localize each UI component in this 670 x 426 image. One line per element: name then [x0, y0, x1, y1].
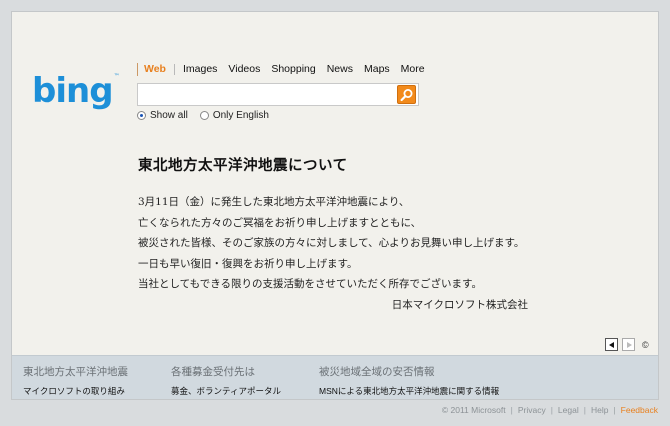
scope-nav: Web Images Videos Shopping News Maps Mor…: [137, 61, 436, 77]
footer-separator: |: [510, 405, 513, 415]
logo-trademark: ™: [113, 73, 120, 80]
homepage-panel: bing™ Web Images Videos Shopping News Ma…: [11, 11, 659, 400]
message-title: 東北地方太平洋沖地震について: [138, 157, 348, 174]
band-title: 被災地域全域の安否情報: [319, 366, 435, 378]
scope-videos[interactable]: Videos: [228, 63, 260, 75]
image-pager: ©: [605, 338, 649, 351]
footer-help-link[interactable]: Help: [591, 405, 608, 415]
message-body: 3月11日（金）に発生した東北地方太平洋沖地震により、 亡くなられた方々のご冥福…: [138, 192, 548, 295]
radio-only-english-label[interactable]: Only English: [213, 110, 269, 121]
scope-accent-bar: [137, 62, 138, 76]
scope-maps[interactable]: Maps: [364, 63, 390, 75]
band-title: 東北地方太平洋沖地震: [23, 366, 128, 378]
bing-logo[interactable]: bing™: [32, 71, 120, 111]
message-signature: 日本マイクロソフト株式会社: [391, 299, 528, 311]
arrow-left-icon: [609, 342, 614, 348]
logo-text: bing: [32, 71, 114, 111]
band-item: 東北地方太平洋沖地震 マイクロソフトの取り組み: [23, 364, 128, 397]
message-line: 当社としてもできる限りの支援活動をさせていただく所存でございます。: [138, 278, 482, 290]
radio-only-english[interactable]: [199, 111, 209, 120]
footer-copyright: © 2011 Microsoft: [441, 405, 506, 415]
arrow-right-icon: [627, 342, 632, 348]
footer-feedback-link[interactable]: Feedback: [621, 405, 658, 415]
scope-images[interactable]: Images: [183, 63, 217, 75]
next-image-button[interactable]: [622, 338, 635, 351]
message-line: 一日も早い復旧・復興をお祈り申し上げます。: [138, 257, 358, 270]
language-filter: Show all Only English: [137, 110, 281, 121]
scope-divider: [173, 63, 175, 75]
image-copyright-button[interactable]: ©: [642, 340, 649, 350]
scope-news[interactable]: News: [327, 63, 353, 75]
footer-separator: |: [583, 405, 586, 415]
footer-privacy-link[interactable]: Privacy: [518, 405, 546, 415]
radio-show-all-label[interactable]: Show all: [150, 110, 188, 121]
band-item: 各種募金受付先は 募金、ボランティアポータル: [171, 364, 281, 397]
radio-show-all[interactable]: [137, 111, 146, 120]
search-icon: [400, 89, 413, 102]
scope-more[interactable]: More: [401, 63, 425, 75]
message-line: 亡くなられた方々のご冥福をお祈り申し上げますとともに、: [138, 216, 422, 229]
scope-web[interactable]: Web: [144, 63, 166, 75]
band-title: 各種募金受付先は: [171, 366, 255, 378]
search-input[interactable]: [138, 84, 397, 105]
search-button[interactable]: [397, 85, 416, 104]
message-line: 3月11日（金）に発生した東北地方太平洋沖地震により、: [138, 196, 410, 208]
footer-legal-link[interactable]: Legal: [558, 405, 579, 415]
scope-shopping[interactable]: Shopping: [271, 63, 315, 75]
footer-separator: |: [550, 405, 553, 415]
info-band: 東北地方太平洋沖地震 マイクロソフトの取り組み 各種募金受付先は 募金、ボランテ…: [12, 355, 658, 399]
search-box: [137, 83, 419, 106]
page-footer: © 2011 Microsoft | Privacy | Legal | Hel…: [442, 405, 658, 415]
band-link[interactable]: マイクロソフトの取り組み: [23, 385, 128, 397]
band-item: 被災地域全域の安否情報 MSNによる東北地方太平洋沖地震に関する情報: [319, 364, 499, 397]
footer-separator: |: [613, 405, 616, 415]
band-link[interactable]: 募金、ボランティアポータル: [171, 385, 281, 397]
band-link[interactable]: MSNによる東北地方太平洋沖地震に関する情報: [319, 385, 499, 397]
previous-image-button[interactable]: [605, 338, 618, 351]
message-line: 被災された皆様、そのご家族の方々に対しまして、心よりお見舞い申し上げます。: [138, 237, 525, 249]
